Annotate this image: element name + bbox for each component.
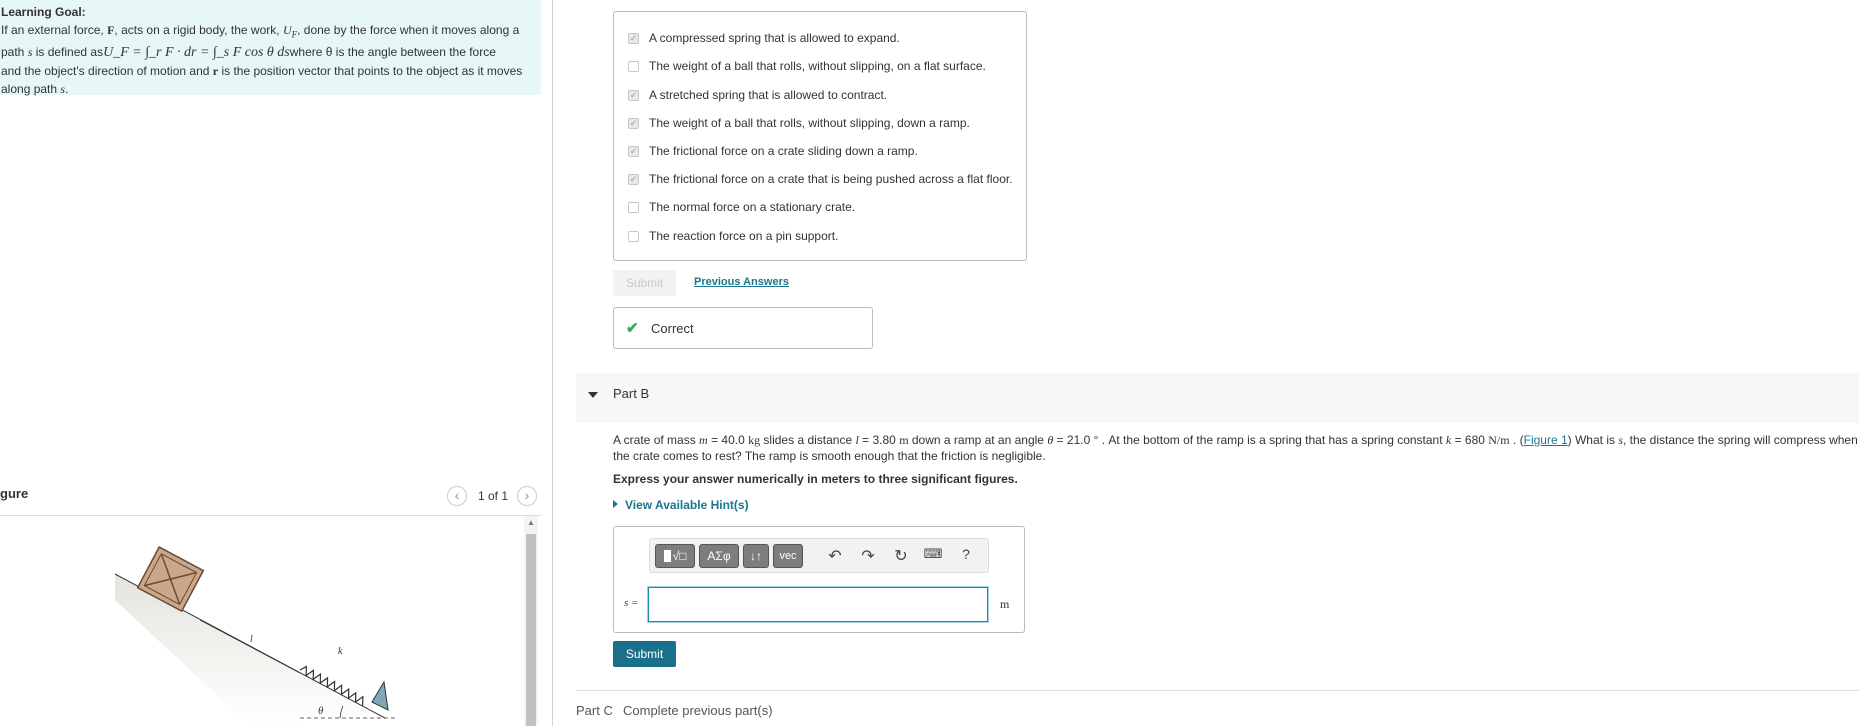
divider [576,690,1859,691]
math-toolbar: √□ AΣφ ↓↑ vec ↶ ↷ ↻ ⌨ ? [649,538,989,573]
part-c-label: Part C [576,703,613,718]
figure-link[interactable]: Figure 1 [1524,433,1568,447]
checkbox-checked[interactable]: ✓ [628,145,639,157]
answer-input[interactable] [648,587,988,622]
learning-goal-line-1: If an external force, F, acts on a rigid… [1,23,520,40]
answer-label: s = [624,597,639,609]
label-k: k [338,646,343,657]
checkbox-checked[interactable]: ✓ [628,32,639,44]
checkbox-checked[interactable]: ✓ [628,117,639,129]
learning-goal-title: Learning Goal: [1,5,86,19]
part-c-status: Complete previous part(s) [623,703,773,718]
part-b-header[interactable]: Part B [576,373,1859,423]
choice-item[interactable]: ✓ A stretched spring that is allowed to c… [628,85,887,105]
chevron-right-icon[interactable]: › [517,486,537,506]
undo-icon[interactable]: ↶ [825,546,845,566]
learning-goal-line-4: along path s. [1,82,69,97]
right-pane: ✓ A compressed spring that is allowed to … [554,0,1873,726]
answer-unit: m [1000,597,1010,611]
arrows-button[interactable]: ↓↑ [743,544,769,568]
ramp-figure: l k θ [114,546,395,726]
label-theta: θ [318,705,324,717]
figure-header: gure ‹ 1 of 1 › [0,484,541,516]
choice-item[interactable]: The reaction force on a pin support. [628,226,838,246]
chevron-left-icon[interactable]: ‹ [447,486,467,506]
answer-box: √□ AΣφ ↓↑ vec ↶ ↷ ↻ ⌨ ? s = m [613,526,1025,633]
learning-goal-box: Learning Goal: If an external force, F, … [0,0,541,97]
scrollbar-thumb[interactable] [526,534,536,726]
figure-title: gure [0,486,29,501]
answer-instruction: Express your answer numerically in meter… [613,472,1018,486]
checkmark-icon: ✔ [626,320,639,337]
checkbox-checked[interactable]: ✓ [628,173,639,185]
part-b-label: Part B [613,386,650,401]
choice-item[interactable]: ✓ A compressed spring that is allowed to … [628,28,900,48]
choice-item[interactable]: The weight of a ball that rolls, without… [628,56,986,76]
figure-count: 1 of 1 [478,489,509,503]
part-a-submit-button[interactable]: Submit [613,270,676,296]
figure-scrollbar[interactable]: ▲ [524,516,538,726]
spring-stop [371,680,389,711]
choice-item[interactable]: ✓ The frictional force on a crate sliding… [628,141,918,161]
work-equation: U_F = ∫_r F · dr = ∫_s F cos θ ds [103,45,290,61]
caret-down-icon[interactable] [588,392,598,398]
learning-goal-line-2: path s is defined asU_F = ∫_r F · dr = ∫… [1,45,496,61]
keyboard-icon[interactable]: ⌨ [923,546,943,562]
previous-answers-link[interactable]: Previous Answers [694,276,789,288]
help-button[interactable]: ? [956,546,976,562]
vec-button[interactable]: vec [773,544,803,568]
scroll-up-icon[interactable]: ▲ [527,518,535,527]
reset-icon[interactable]: ↻ [891,546,911,566]
checkbox[interactable] [628,60,639,72]
greek-button[interactable]: AΣφ [699,544,739,568]
left-pane: Learning Goal: If an external force, F, … [0,0,553,726]
templates-button[interactable]: √□ [655,544,695,568]
choice-item[interactable]: The normal force on a stationary crate. [628,197,855,217]
part-b-submit-button[interactable]: Submit [613,641,676,667]
part-a-choices: ✓ A compressed spring that is allowed to … [613,11,1027,261]
choice-item[interactable]: ✓ The weight of a ball that rolls, withou… [628,113,970,133]
checkbox[interactable] [628,201,639,213]
view-hints-toggle[interactable]: View Available Hint(s) [613,498,749,512]
label-l: l [250,634,253,645]
choice-item[interactable]: ✓ The frictional force on a crate that is… [628,169,1013,189]
feedback-correct: ✔ Correct [613,307,873,349]
checkbox[interactable] [628,230,639,242]
learning-goal-line-3: and the object's direction of motion and… [1,64,523,79]
redo-icon[interactable]: ↷ [858,546,878,566]
caret-right-icon [613,500,618,508]
checkbox-checked[interactable]: ✓ [628,89,639,101]
part-b-problem: A crate of mass m = 40.0 kg slides a dis… [613,433,1858,463]
feedback-text: Correct [651,321,694,336]
